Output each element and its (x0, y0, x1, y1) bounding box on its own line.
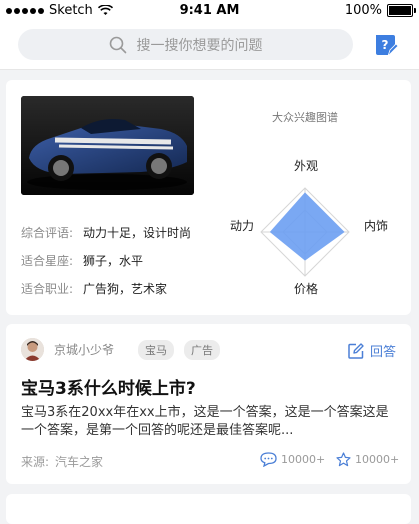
search-placeholder: 搜一搜你想要的问题 (136, 37, 263, 54)
info-value: 狮子，水平 (83, 254, 144, 268)
tag-ad[interactable]: 广告 (184, 339, 221, 360)
battery-percent: 100% (344, 3, 382, 18)
source-label: 来源: (21, 455, 50, 469)
radar-label-price: 价格 (294, 282, 319, 296)
radar-label-exterior: 外观 (294, 159, 319, 173)
status-bar: Sketch 9:41 AM 100% (0, 0, 419, 22)
username[interactable]: 京城小少爷 (54, 341, 114, 358)
next-card[interactable] (6, 494, 411, 524)
star-count-text: 10000+ (355, 453, 400, 466)
answer-label: 回答 (369, 345, 396, 360)
source-value: 汽车之家 (55, 455, 104, 469)
info-row-review: 综合评语: 动力十足，设计时尚 (21, 224, 191, 241)
tag-bmw[interactable]: 宝马 (138, 339, 175, 360)
info-key: 适合职业: (21, 282, 74, 296)
svg-text:?: ? (382, 38, 389, 52)
search-header: 搜一搜你想要的问题 ? (0, 22, 419, 70)
status-right: 100% (344, 3, 416, 18)
question-title[interactable]: 宝马3系什么时候上市? (21, 374, 196, 399)
radar-label-interior: 内饰 (364, 219, 389, 233)
question-card[interactable]: 京城小少爷 宝马 广告 回答 宝马3系什么时候上市? 宝马3系在20xx年在xx… (6, 324, 411, 484)
search-input[interactable]: 搜一搜你想要的问题 (18, 29, 353, 60)
search-icon (109, 36, 126, 53)
info-value: 广告狗，艺术家 (83, 282, 168, 296)
radar-label-power: 动力 (230, 219, 255, 233)
info-value: 动力十足，设计时尚 (83, 226, 192, 240)
product-card[interactable]: 综合评语: 动力十足，设计时尚 适合星座: 狮子，水平 适合职业: 广告狗，艺术… (6, 80, 411, 315)
info-row-zodiac: 适合星座: 狮子，水平 (21, 252, 143, 269)
radar-area (269, 192, 345, 261)
radar-title: 大众兴趣图谱 (272, 111, 338, 124)
answer-button[interactable]: 回答 (348, 341, 396, 360)
info-row-career: 适合职业: 广告狗，艺术家 (21, 280, 167, 297)
avatar[interactable] (21, 338, 44, 361)
source: 来源: 汽车之家 (21, 453, 103, 470)
edit-icon (348, 342, 364, 359)
question-icon[interactable]: ? (374, 34, 398, 58)
battery-icon (387, 4, 416, 17)
car-image (21, 96, 194, 195)
user-row: 京城小少爷 宝马 广告 (21, 338, 221, 361)
comment-icon (260, 452, 277, 467)
question-body[interactable]: 宝马3系在20xx年在xx上市，这是一个答案，这是一个答案这是一个答案，是第一个… (21, 404, 401, 440)
star-count[interactable]: 10000+ (336, 452, 399, 467)
star-icon (336, 452, 351, 467)
info-key: 综合评语: (21, 226, 74, 240)
comment-count-text: 10000+ (281, 453, 326, 466)
radar-chart (260, 187, 350, 277)
info-key: 适合星座: (21, 254, 74, 268)
comment-count[interactable]: 10000+ (260, 452, 325, 467)
